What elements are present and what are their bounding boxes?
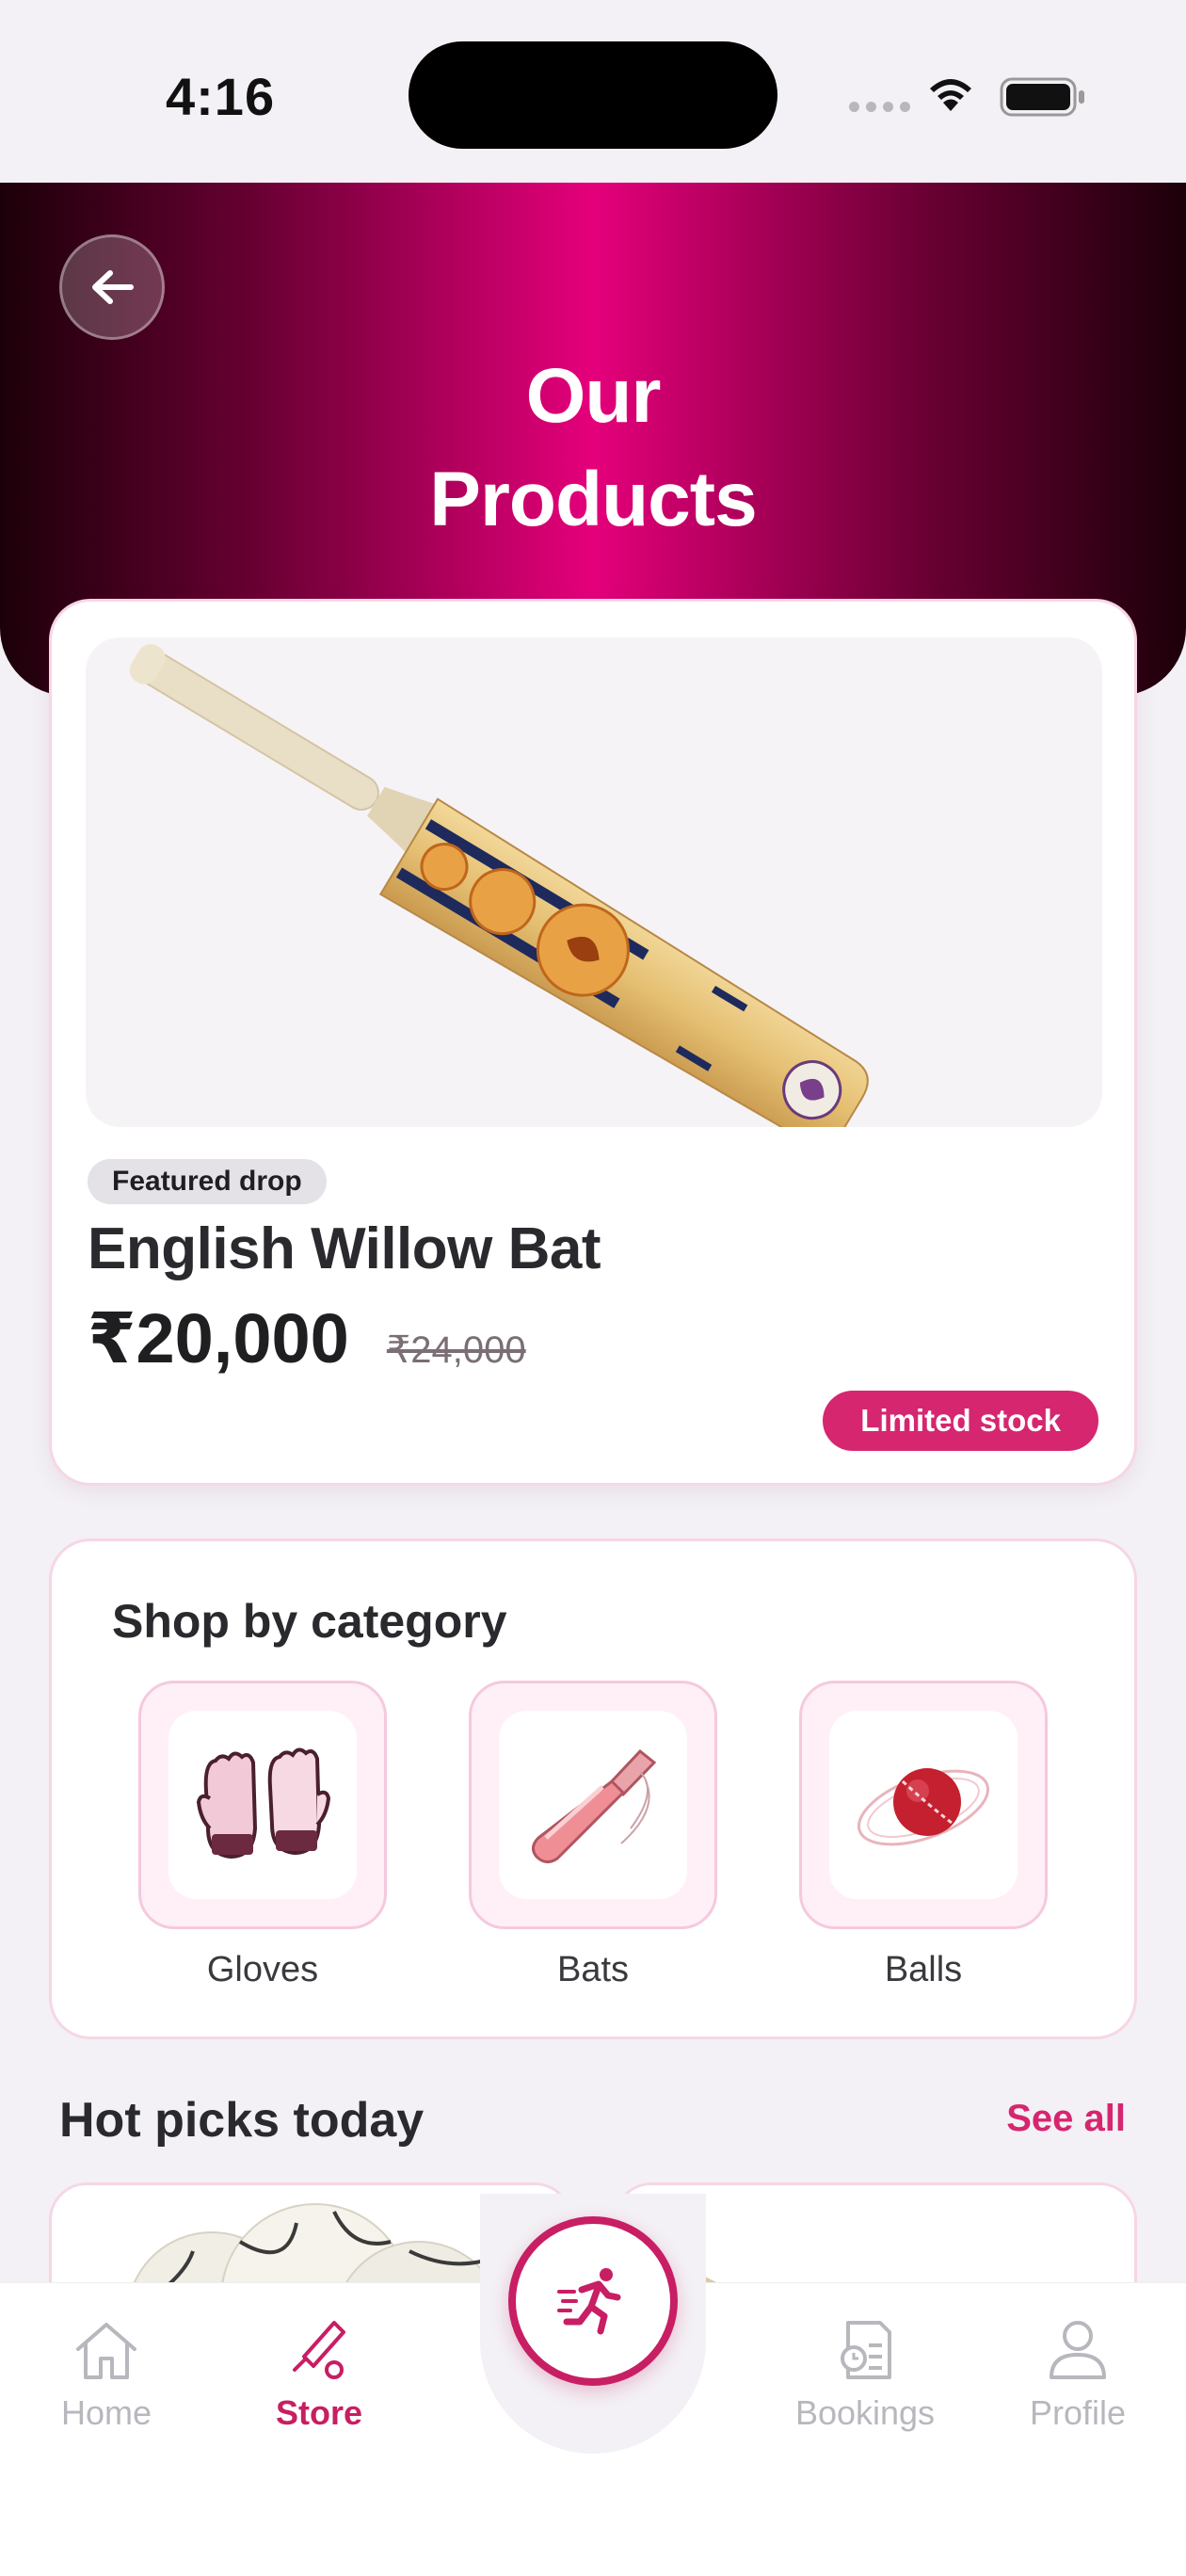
tab-label: Bookings [794, 2393, 936, 2432]
tab-store[interactable]: Store [244, 2317, 394, 2433]
profile-icon [1050, 2321, 1106, 2379]
featured-badge: Featured drop [88, 1159, 327, 1204]
product-name: English Willow Bat [88, 1216, 601, 1281]
bat-icon [293, 2321, 345, 2379]
battery-icon [1000, 77, 1084, 117]
page-title-line1: Our [525, 353, 662, 439]
tab-bookings[interactable]: Bookings [790, 2317, 940, 2433]
back-button[interactable] [59, 234, 165, 340]
category-label: Gloves [206, 1950, 319, 1989]
status-time: 4:16 [166, 67, 276, 126]
dynamic-island [409, 41, 777, 149]
wifi-icon [930, 79, 971, 111]
running-person-icon [557, 2268, 621, 2335]
quick-play-button[interactable] [508, 2216, 678, 2386]
page-title: Our Products [358, 345, 828, 552]
arrow-left-icon [92, 270, 134, 304]
price-original: ₹24,000 [386, 1329, 526, 1371]
category-tile [138, 1681, 387, 1929]
ball-icon [857, 1768, 990, 1846]
price-current: ₹20,000 [88, 1299, 349, 1377]
status-bar: 4:16 [0, 0, 1186, 183]
product-image [86, 637, 1102, 1127]
tab-label: Profile [1029, 2393, 1127, 2432]
category-label: Bats [556, 1950, 630, 1989]
cricket-bat-image [129, 644, 869, 1127]
bat-icon [532, 1748, 657, 1863]
category-label: Balls [884, 1950, 963, 1989]
featured-product-card[interactable]: Featured drop English Willow Bat ₹20,000… [49, 599, 1137, 1486]
category-section-title: Shop by category [112, 1595, 507, 1648]
category-gloves[interactable]: Gloves [138, 1681, 387, 1990]
page-title-line2: Products [429, 457, 757, 542]
category-tile [469, 1681, 717, 1929]
tab-home[interactable]: Home [31, 2317, 182, 2433]
tab-profile[interactable]: Profile [1002, 2317, 1153, 2433]
cellular-signal-icon [849, 102, 910, 112]
price-row: ₹20,000 ₹24,000 [88, 1298, 526, 1379]
category-balls[interactable]: Balls [799, 1681, 1048, 1990]
tab-label: Store [275, 2393, 363, 2432]
bookings-icon [841, 2321, 891, 2379]
category-bats[interactable]: Bats [469, 1681, 717, 1990]
tab-label: Home [60, 2393, 152, 2432]
gloves-icon [196, 1747, 331, 1860]
home-icon [76, 2323, 136, 2379]
category-section: Shop by category Gloves Bats Balls [49, 1538, 1137, 2039]
stock-badge: Limited stock [823, 1391, 1098, 1451]
hot-picks-title: Hot picks today [59, 2093, 425, 2148]
see-all-link[interactable]: See all [1006, 2098, 1126, 2140]
category-tile [799, 1681, 1048, 1929]
